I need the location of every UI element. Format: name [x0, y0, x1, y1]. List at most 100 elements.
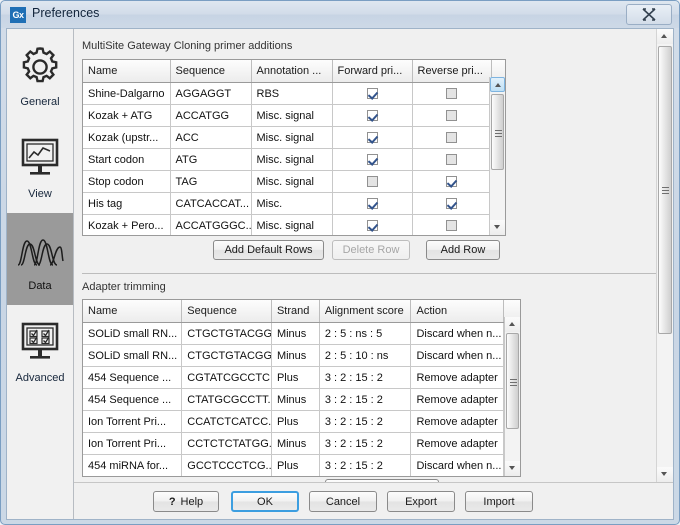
checkbox-unchecked-icon[interactable]: [446, 132, 457, 144]
scroll-up-button[interactable]: [657, 29, 673, 44]
cell-reverse-primer[interactable]: [412, 214, 492, 235]
cell-sequence[interactable]: CCTCTCTATGG...: [181, 432, 272, 455]
sidebar-item-data[interactable]: Data: [7, 213, 73, 305]
checkbox-unchecked-icon[interactable]: [446, 110, 457, 122]
scrollbar-thumb[interactable]: [658, 46, 672, 334]
column-header-action[interactable]: Action: [410, 300, 505, 323]
cell-annotation[interactable]: RBS: [251, 82, 333, 105]
cancel-button[interactable]: Cancel: [309, 491, 377, 512]
cell-sequence[interactable]: CTGCTGTACGG...: [181, 322, 272, 345]
table-row[interactable]: 454 miRNA for... GCCTCCCTCG... Plus 3 : 2 :…: [83, 454, 520, 476]
cell-alignment-score[interactable]: 2 : 5 : 10 : ns: [319, 344, 412, 367]
cell-action[interactable]: Discard when n...: [410, 454, 505, 476]
cell-forward-primer[interactable]: [332, 192, 413, 215]
cell-annotation[interactable]: Misc. signal: [251, 214, 333, 235]
cell-annotation[interactable]: Misc. signal: [251, 170, 333, 193]
cell-sequence[interactable]: CTATGCGCCTT...: [181, 388, 272, 411]
cell-strand[interactable]: Minus: [271, 322, 320, 345]
cell-name[interactable]: Shine-Dalgarno: [83, 82, 171, 105]
table-row[interactable]: 454 Sequence ... CTATGCGCCTT... Minus 3 : 2…: [83, 388, 520, 411]
cell-annotation[interactable]: Misc. signal: [251, 126, 333, 149]
table-row[interactable]: Start codon ATG Misc. signal: [83, 148, 505, 171]
checkbox-unchecked-icon[interactable]: [446, 154, 457, 166]
cell-name[interactable]: Kozak (upstr...: [83, 126, 171, 149]
checkbox-checked-icon[interactable]: [366, 198, 378, 210]
column-header-sequence[interactable]: Sequence: [170, 60, 252, 83]
checkbox-unchecked-icon[interactable]: [446, 220, 457, 232]
cell-name[interactable]: Kozak + Pero...: [83, 214, 171, 235]
column-header-alignment-score[interactable]: Alignment score: [319, 300, 412, 323]
checkbox-checked-icon[interactable]: [446, 176, 457, 188]
table-row[interactable]: Ion Torrent Pri... CCTCTCTATGG... Minus 3 :…: [83, 432, 520, 455]
cell-action[interactable]: Remove adapter: [410, 366, 505, 389]
panel-scrollbar[interactable]: [656, 29, 673, 482]
help-button[interactable]: ? Help: [153, 491, 219, 512]
sidebar-item-advanced[interactable]: Advanced: [7, 305, 73, 397]
cell-name[interactable]: 454 Sequence ...: [83, 366, 183, 389]
sidebar-item-view[interactable]: View: [7, 121, 73, 213]
checkbox-checked-icon[interactable]: [446, 198, 457, 210]
delete-row-button[interactable]: Delete Row: [332, 240, 410, 260]
cell-sequence[interactable]: ATG: [170, 148, 252, 171]
cell-sequence[interactable]: TAG: [170, 170, 252, 193]
table-row[interactable]: Kozak (upstr... ACC Misc. signal: [83, 126, 505, 149]
scrollbar-thumb[interactable]: [506, 333, 519, 429]
checkbox-checked-icon[interactable]: [366, 220, 378, 232]
cell-forward-primer[interactable]: [332, 170, 413, 193]
cell-sequence[interactable]: GCCTCCCTCG...: [181, 454, 272, 476]
cell-name[interactable]: Start codon: [83, 148, 171, 171]
cell-reverse-primer[interactable]: [412, 104, 492, 127]
cell-action[interactable]: Remove adapter: [410, 388, 505, 411]
cell-alignment-score[interactable]: 3 : 2 : 15 : 2: [319, 366, 412, 389]
cell-name[interactable]: SOLiD small RN...: [83, 344, 183, 367]
adapter-table-scrollbar[interactable]: [504, 317, 520, 476]
scrollbar-thumb[interactable]: [491, 94, 504, 170]
checkbox-checked-icon[interactable]: [366, 88, 378, 100]
sidebar-item-general[interactable]: General: [7, 29, 73, 121]
cell-sequence[interactable]: CATCACCAT...: [170, 192, 252, 215]
table-row[interactable]: Stop codon TAG Misc. signal: [83, 170, 505, 193]
cell-sequence[interactable]: ACCATGGGC...: [170, 214, 252, 235]
table-row[interactable]: SOLiD small RN...CTGCTGTACGG...Minus2 : …: [83, 322, 520, 345]
cell-name[interactable]: Ion Torrent Pri...: [83, 432, 183, 455]
cell-forward-primer[interactable]: [332, 126, 413, 149]
checkbox-checked-icon[interactable]: [366, 132, 378, 144]
cell-action[interactable]: Discard when n...: [410, 344, 505, 367]
cell-forward-primer[interactable]: [332, 82, 413, 105]
cell-annotation[interactable]: Misc. signal: [251, 148, 333, 171]
cell-strand[interactable]: Minus: [271, 388, 320, 411]
cell-sequence[interactable]: CCATCTCATCC...: [181, 410, 272, 433]
column-header-name[interactable]: Name: [83, 60, 171, 83]
cell-strand[interactable]: Minus: [271, 432, 320, 455]
column-header-annotation[interactable]: Annotation ...: [251, 60, 333, 83]
cell-forward-primer[interactable]: [332, 148, 413, 171]
checkbox-unchecked-icon[interactable]: [366, 176, 378, 188]
cell-reverse-primer[interactable]: [412, 192, 492, 215]
add-default-rows-button[interactable]: Add Default Rows: [213, 240, 324, 260]
ok-button[interactable]: OK: [231, 491, 299, 512]
column-header-strand[interactable]: Strand: [271, 300, 320, 323]
cell-strand[interactable]: Plus: [271, 366, 320, 389]
cell-sequence[interactable]: CGTATCGCCTC...: [181, 366, 272, 389]
cell-action[interactable]: Remove adapter: [410, 410, 505, 433]
cell-strand[interactable]: Plus: [271, 454, 320, 476]
cell-annotation[interactable]: Misc. signal: [251, 104, 333, 127]
scroll-down-button[interactable]: [657, 467, 673, 482]
column-header-reverse-primer[interactable]: Reverse pri...: [412, 60, 492, 83]
primer-table-scrollbar[interactable]: [489, 77, 505, 235]
table-row[interactable]: 454 Sequence ... CGTATCGCCTC... Plus 3 : 2 …: [83, 366, 520, 389]
scroll-down-button[interactable]: [505, 461, 520, 476]
add-row-button[interactable]: Add Row: [426, 240, 500, 260]
cell-sequence[interactable]: ACC: [170, 126, 252, 149]
cell-name[interactable]: His tag: [83, 192, 171, 215]
import-button[interactable]: Import: [465, 491, 533, 512]
cell-alignment-score[interactable]: 3 : 2 : 15 : 2: [319, 388, 412, 411]
scroll-up-button[interactable]: [505, 317, 520, 332]
cell-name[interactable]: Kozak + ATG: [83, 104, 171, 127]
export-button[interactable]: Export: [387, 491, 455, 512]
table-row[interactable]: SOLiD small RN...CTGCTGTACGG...Minus2 : …: [83, 344, 520, 367]
table-row[interactable]: Kozak + ATG ACCATGG Misc. signal: [83, 104, 505, 127]
cell-reverse-primer[interactable]: [412, 82, 492, 105]
cell-sequence[interactable]: CTGCTGTACGG...: [181, 344, 272, 367]
cell-annotation[interactable]: Misc.: [251, 192, 333, 215]
